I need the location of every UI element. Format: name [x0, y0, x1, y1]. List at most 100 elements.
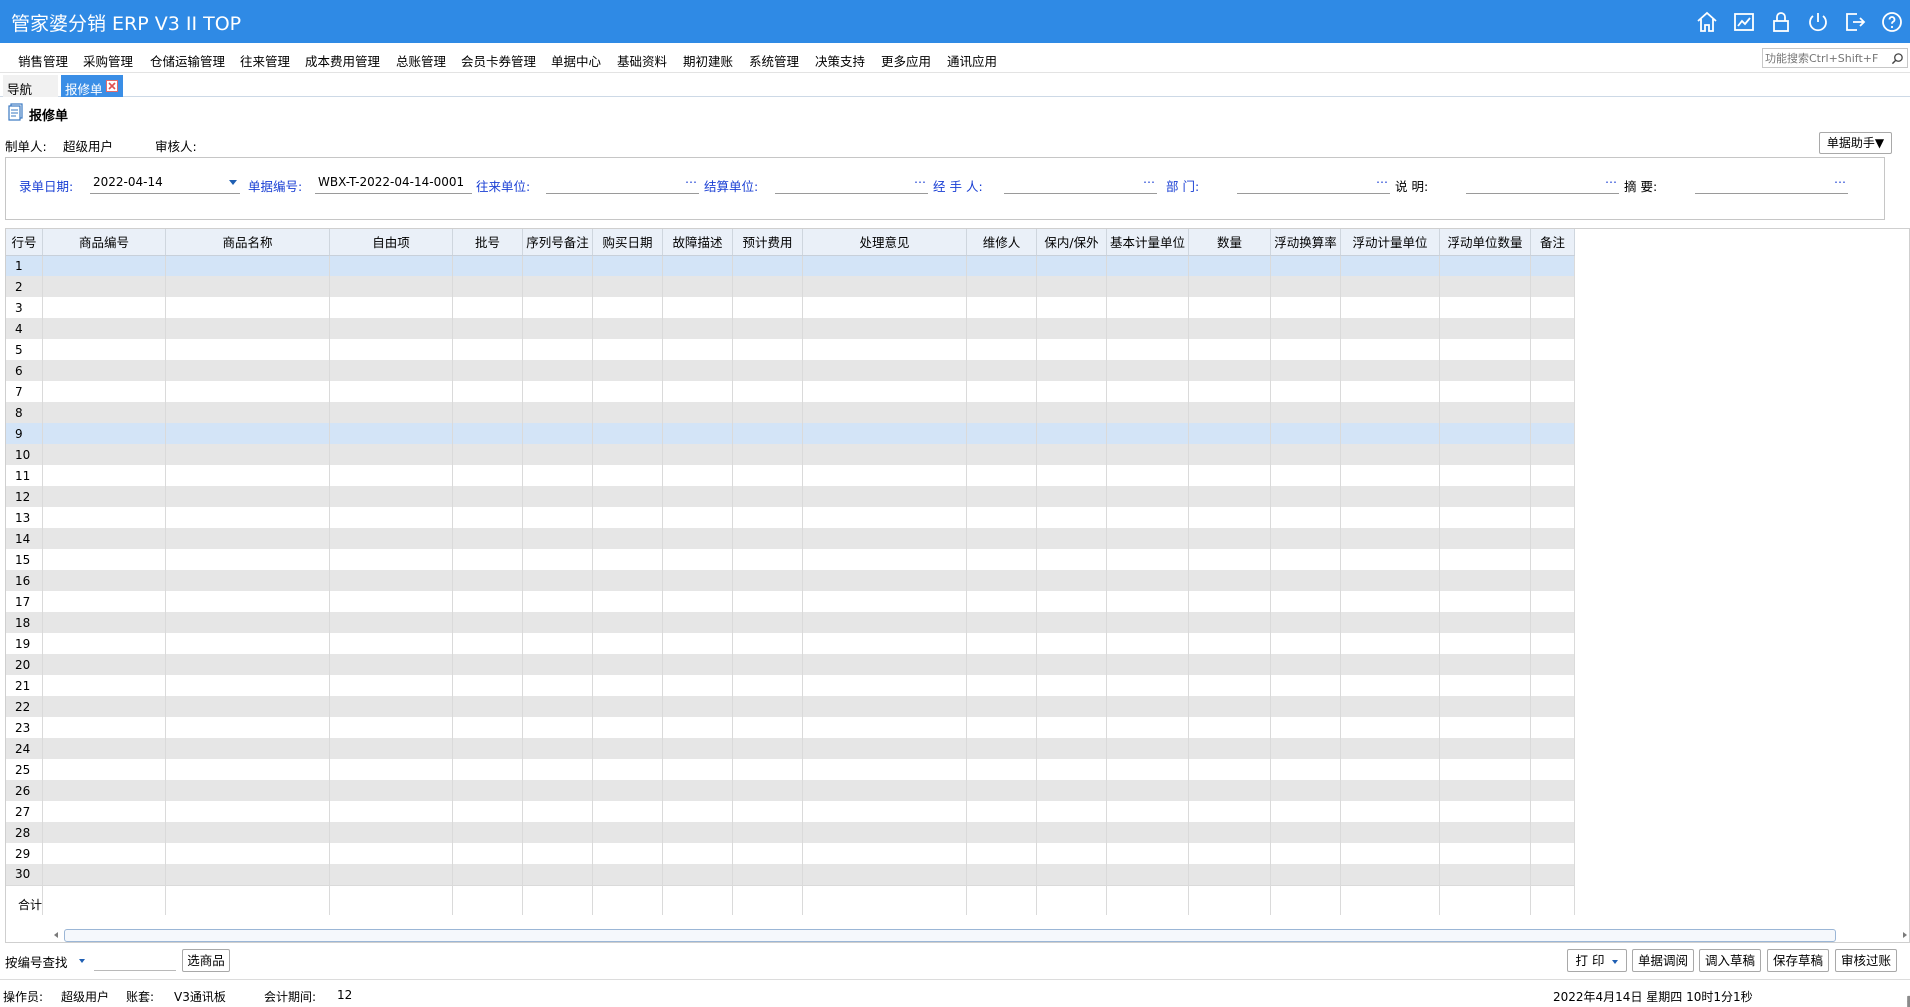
table-cell[interactable]: [1530, 801, 1576, 822]
table-cell[interactable]: [1036, 780, 1108, 801]
table-cell[interactable]: [592, 843, 664, 864]
table-cell[interactable]: [1036, 864, 1108, 885]
table-row[interactable]: 8: [6, 402, 1576, 423]
table-cell[interactable]: [329, 255, 454, 276]
table-row[interactable]: 27: [6, 801, 1576, 822]
table-cell[interactable]: [1036, 465, 1108, 486]
table-cell[interactable]: [1270, 696, 1342, 717]
menu-warehouse[interactable]: 仓储运输管理: [150, 51, 225, 70]
table-cell[interactable]: [1188, 318, 1272, 339]
table-cell[interactable]: [1188, 444, 1272, 465]
lookup-input[interactable]: [94, 951, 176, 971]
table-row[interactable]: 30: [6, 864, 1576, 885]
table-cell[interactable]: [662, 486, 734, 507]
table-cell[interactable]: [165, 801, 331, 822]
table-cell[interactable]: [802, 759, 968, 780]
table-cell[interactable]: [522, 864, 594, 885]
col-est-cost-header[interactable]: 预计费用: [732, 229, 804, 256]
table-cell[interactable]: [1106, 402, 1190, 423]
table-row[interactable]: 6: [6, 360, 1576, 381]
table-cell[interactable]: [1439, 360, 1532, 381]
table-cell[interactable]: [165, 822, 331, 843]
table-cell[interactable]: [1036, 675, 1108, 696]
col-batch-header[interactable]: 批号: [452, 229, 524, 256]
table-cell[interactable]: [662, 255, 734, 276]
table-cell[interactable]: [1106, 507, 1190, 528]
scroll-right-icon[interactable]: [1903, 932, 1907, 938]
table-cell[interactable]: [1439, 423, 1532, 444]
table-cell[interactable]: [1188, 822, 1272, 843]
table-cell[interactable]: [165, 549, 331, 570]
table-cell[interactable]: [165, 570, 331, 591]
partner-browse-button[interactable]: …: [685, 172, 697, 186]
table-cell[interactable]: [1270, 360, 1342, 381]
table-cell[interactable]: [1530, 696, 1576, 717]
table-cell[interactable]: [329, 465, 454, 486]
home-small-icon[interactable]: [1906, 994, 1910, 1007]
table-cell[interactable]: [592, 423, 664, 444]
table-cell[interactable]: [1340, 822, 1441, 843]
table-cell[interactable]: [452, 318, 524, 339]
table-cell[interactable]: [966, 549, 1038, 570]
table-cell[interactable]: [1530, 864, 1576, 885]
table-cell[interactable]: [452, 297, 524, 318]
table-cell[interactable]: [522, 381, 594, 402]
table-cell[interactable]: [1036, 255, 1108, 276]
table-cell[interactable]: [662, 801, 734, 822]
table-cell[interactable]: [1530, 633, 1576, 654]
table-cell[interactable]: [522, 339, 594, 360]
table-cell[interactable]: [42, 612, 167, 633]
table-cell[interactable]: [1106, 339, 1190, 360]
table-cell[interactable]: [1439, 591, 1532, 612]
table-cell[interactable]: [802, 633, 968, 654]
table-cell[interactable]: [732, 864, 804, 885]
table-cell[interactable]: [732, 612, 804, 633]
table-cell[interactable]: [1188, 738, 1272, 759]
table-cell[interactable]: [42, 360, 167, 381]
table-cell[interactable]: [329, 633, 454, 654]
table-cell[interactable]: [1340, 780, 1441, 801]
table-cell[interactable]: [452, 360, 524, 381]
table-cell[interactable]: [329, 423, 454, 444]
table-cell[interactable]: [329, 297, 454, 318]
table-cell[interactable]: [966, 738, 1038, 759]
table-cell[interactable]: [966, 654, 1038, 675]
table-cell[interactable]: [42, 528, 167, 549]
table-cell[interactable]: [1106, 759, 1190, 780]
table-row[interactable]: 3: [6, 297, 1576, 318]
table-cell[interactable]: [592, 717, 664, 738]
table-cell[interactable]: [1188, 717, 1272, 738]
table-cell[interactable]: [592, 318, 664, 339]
table-cell[interactable]: [165, 318, 331, 339]
table-cell[interactable]: [1036, 549, 1108, 570]
table-cell[interactable]: [662, 759, 734, 780]
table-cell[interactable]: [452, 612, 524, 633]
table-cell[interactable]: [1106, 255, 1190, 276]
table-cell[interactable]: [1106, 822, 1190, 843]
table-cell[interactable]: [165, 360, 331, 381]
table-cell[interactable]: [592, 654, 664, 675]
table-cell[interactable]: [165, 675, 331, 696]
table-cell[interactable]: [42, 423, 167, 444]
table-cell[interactable]: [732, 507, 804, 528]
function-search-input[interactable]: [1765, 50, 1885, 66]
table-cell[interactable]: [802, 381, 968, 402]
table-cell[interactable]: [802, 318, 968, 339]
menu-more[interactable]: 更多应用: [881, 51, 931, 70]
table-cell[interactable]: [1439, 255, 1532, 276]
table-cell[interactable]: [1340, 717, 1441, 738]
table-cell[interactable]: [592, 822, 664, 843]
table-cell[interactable]: [1439, 759, 1532, 780]
col-repairer-header[interactable]: 维修人: [966, 229, 1038, 256]
table-row[interactable]: 9: [6, 423, 1576, 444]
table-cell[interactable]: [966, 759, 1038, 780]
table-cell[interactable]: [1188, 612, 1272, 633]
table-cell[interactable]: [732, 570, 804, 591]
table-cell[interactable]: [1106, 360, 1190, 381]
menu-cost[interactable]: 成本费用管理: [305, 51, 380, 70]
menu-member[interactable]: 会员卡券管理: [461, 51, 536, 70]
table-cell[interactable]: [1530, 780, 1576, 801]
table-cell[interactable]: [42, 843, 167, 864]
table-cell[interactable]: [1340, 633, 1441, 654]
table-cell[interactable]: [522, 759, 594, 780]
